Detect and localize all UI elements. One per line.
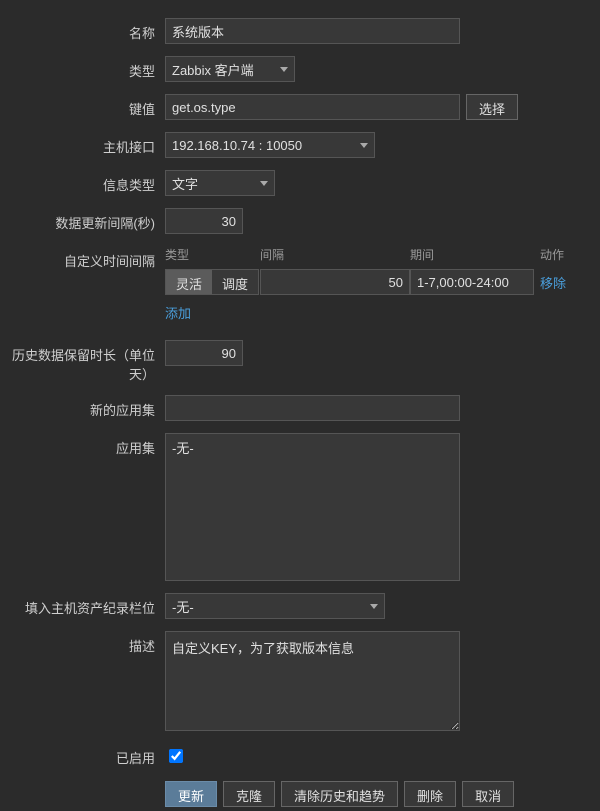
label-new-app: 新的应用集 [0, 395, 165, 419]
host-interface-select[interactable]: 192.168.10.74 : 10050 [165, 132, 375, 158]
update-button[interactable]: 更新 [165, 781, 217, 807]
label-desc: 描述 [0, 631, 165, 655]
chevron-down-icon [280, 67, 288, 72]
label-info-type: 信息类型 [0, 170, 165, 194]
applications-option-none[interactable]: -无- [172, 438, 453, 457]
seg-flexible-button[interactable]: 灵活 [166, 270, 212, 294]
label-host-if: 主机接口 [0, 132, 165, 156]
delete-button[interactable]: 删除 [404, 781, 456, 807]
label-enabled: 已启用 [0, 743, 165, 767]
custom-intervals-header: 类型 间隔 期间 动作 [165, 246, 580, 263]
hdr-type: 类型 [165, 246, 260, 263]
update-interval-input[interactable] [165, 208, 243, 234]
interval-add-link[interactable]: 添加 [165, 306, 191, 321]
inventory-select[interactable]: -无- [165, 593, 385, 619]
label-apps: 应用集 [0, 433, 165, 457]
item-form: 名称 类型 Zabbix 客户端 键值 选择 主机接口 192.168.10.7… [0, 0, 600, 811]
clone-button[interactable]: 克隆 [223, 781, 275, 807]
chevron-down-icon [360, 143, 368, 148]
label-update-interval: 数据更新间隔(秒) [0, 208, 165, 232]
label-type: 类型 [0, 56, 165, 80]
enabled-checkbox[interactable] [169, 749, 183, 763]
history-days-input[interactable] [165, 340, 243, 366]
label-key: 键值 [0, 94, 165, 118]
name-input[interactable] [165, 18, 460, 44]
description-textarea[interactable]: 自定义KEY，为了获取版本信息 [165, 631, 460, 731]
interval-remove-link[interactable]: 移除 [540, 276, 566, 291]
label-history-days: 历史数据保留时长（单位天） [0, 340, 165, 383]
clear-history-button[interactable]: 清除历史和趋势 [281, 781, 398, 807]
host-interface-value: 192.168.10.74 : 10050 [172, 138, 302, 153]
label-inventory: 填入主机资产纪录栏位 [0, 593, 165, 617]
hdr-interval: 间隔 [260, 246, 410, 263]
info-type-value: 文字 [172, 174, 198, 193]
interval-type-segment: 灵活 调度 [165, 269, 259, 295]
interval-value-input[interactable] [260, 269, 410, 295]
chevron-down-icon [260, 181, 268, 186]
hdr-action: 动作 [540, 246, 580, 263]
chevron-down-icon [370, 604, 378, 609]
label-custom-intervals: 自定义时间间隔 [0, 246, 165, 270]
custom-interval-row: 灵活 调度 移除 [165, 269, 580, 295]
inventory-select-value: -无- [172, 597, 194, 616]
interval-period-input[interactable] [410, 269, 534, 295]
applications-listbox[interactable]: -无- [165, 433, 460, 581]
hdr-period: 期间 [410, 246, 540, 263]
button-bar: 更新 克隆 清除历史和趋势 删除 取消 [165, 781, 600, 807]
info-type-select[interactable]: 文字 [165, 170, 275, 196]
cancel-button[interactable]: 取消 [462, 781, 514, 807]
type-select-value: Zabbix 客户端 [172, 60, 254, 79]
seg-scheduling-button[interactable]: 调度 [212, 270, 258, 294]
label-name: 名称 [0, 18, 165, 42]
key-input[interactable] [165, 94, 460, 120]
type-select[interactable]: Zabbix 客户端 [165, 56, 295, 82]
new-application-input[interactable] [165, 395, 460, 421]
select-key-button[interactable]: 选择 [466, 94, 518, 120]
